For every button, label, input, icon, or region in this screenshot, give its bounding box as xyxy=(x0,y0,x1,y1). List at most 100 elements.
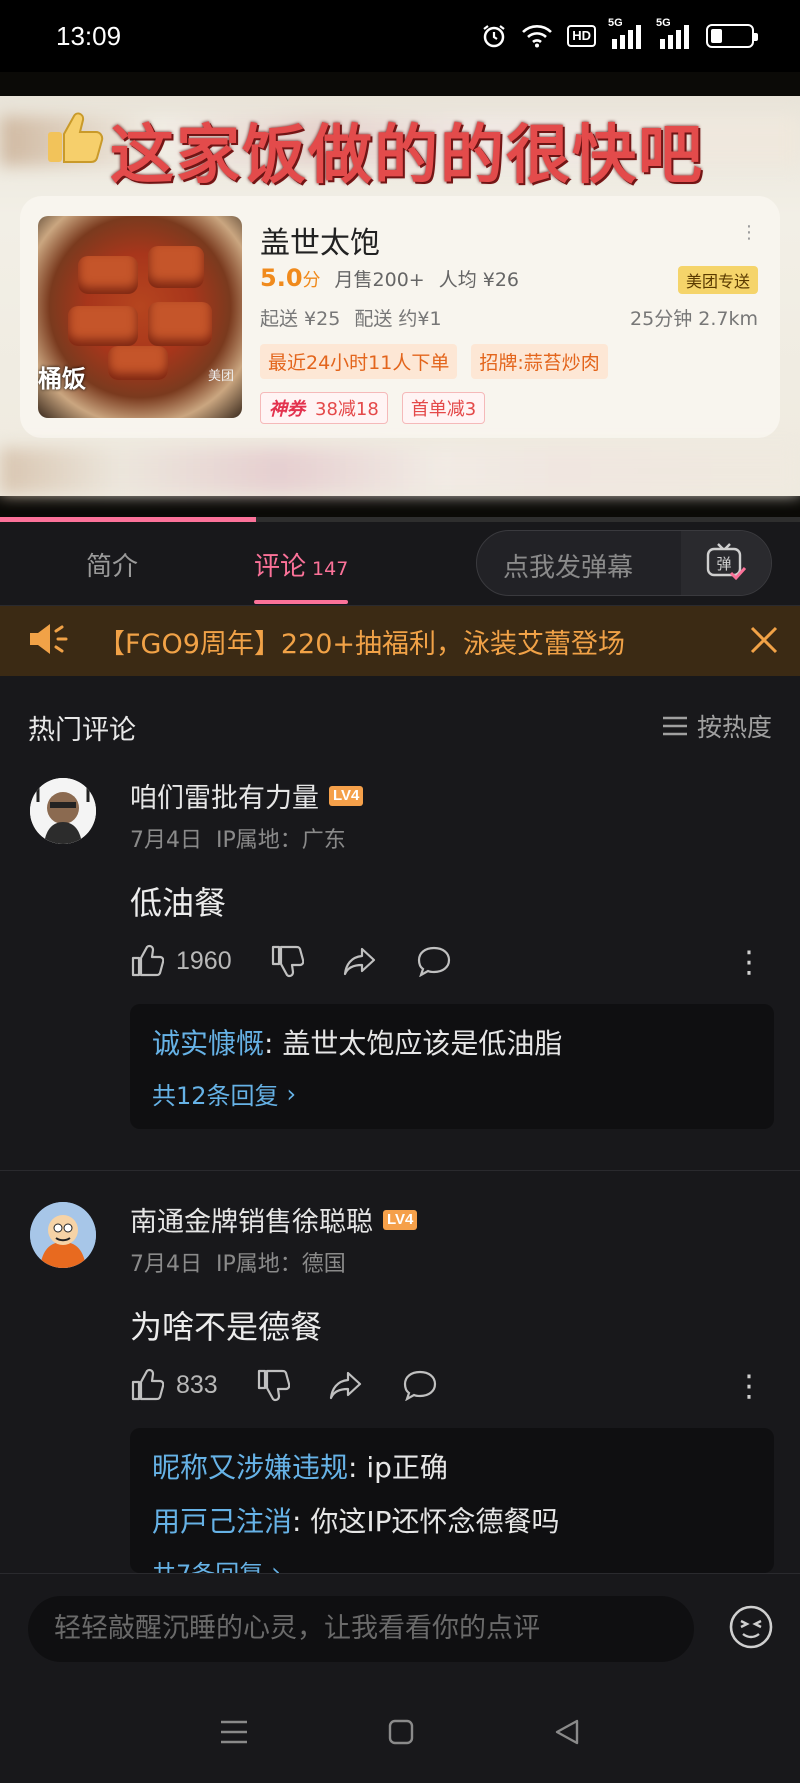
shop-card: 桶饭 美团 盖世太饱 ⋮ 5.0分 月售200+ 人均 ¥26 美团专送 起送 … xyxy=(20,196,780,438)
shop-name: 盖世太饱 xyxy=(260,226,380,261)
chip-recent-orders: 最近24小时11人下单 xyxy=(260,344,458,379)
comment-username[interactable]: 南通金牌销售徐聪聪 LV4 xyxy=(130,1200,418,1239)
delivery-tag: 美团专送 xyxy=(677,266,758,294)
share-button[interactable] xyxy=(342,945,378,977)
comment-meta: 7月4日 IP属地：广东 xyxy=(130,828,346,853)
like-icon xyxy=(131,944,164,977)
svg-text:弹: 弹 xyxy=(716,555,731,573)
reply-author[interactable]: 用戸己注消 xyxy=(152,1505,292,1538)
comment-actions: 833 xyxy=(130,1368,476,1402)
emoji-button[interactable] xyxy=(728,1604,774,1654)
tab-comments[interactable]: 评论 147 xyxy=(254,546,348,583)
comment-meta: 7月4日 IP属地：德国 xyxy=(130,1252,346,1277)
shop-monthly-sales: 月售200+ xyxy=(334,269,425,291)
danmaku-icon: 弹 xyxy=(706,543,747,581)
shop-coupons: 神券 38减18 首单减3 xyxy=(260,392,486,424)
video-blur-bottom xyxy=(0,448,800,494)
comment-divider xyxy=(0,1170,800,1171)
video-player[interactable]: 这家饭做的的很快吧 桶饭 美团 盖世太饱 ⋮ 5.0分 月售200+ 人均 ¥2… xyxy=(0,72,800,522)
reply-box[interactable]: 诚实慷慨: 盖世太饱应该是低油脂 共12条回复 › xyxy=(130,1004,774,1129)
comment-actions: 1960 xyxy=(130,944,490,978)
reply-box[interactable]: 昵称又涉嫌违规: ip正确 用戸己注消: 你这IP还怀念德餐吗 共7条回复› xyxy=(130,1428,774,1573)
close-icon[interactable] xyxy=(748,624,780,660)
more-options-icon[interactable]: ⋮ xyxy=(734,948,764,978)
shop-avg-price: 人均 ¥26 xyxy=(438,269,520,291)
shop-delivery-fee: 配送 约¥1 xyxy=(354,308,442,330)
food-image: 桶饭 美团 xyxy=(38,216,242,418)
tab-underline xyxy=(254,600,348,604)
home-icon[interactable] xyxy=(387,1718,415,1750)
danmaku-placeholder: 点我发弹幕 xyxy=(503,553,634,583)
danmaku-toggle-button[interactable]: 弹 xyxy=(681,531,771,595)
dislike-icon xyxy=(257,1369,290,1402)
emoji-icon xyxy=(729,1605,773,1649)
chip-signature: 招牌:蒜苔炒肉 xyxy=(471,344,608,379)
signal-icon-2: 5G xyxy=(656,17,692,49)
shop-time-distance: 25分钟 2.7km xyxy=(630,308,758,330)
first-order-chip: 首单减3 xyxy=(401,392,486,424)
thumbs-up-sticker-icon xyxy=(44,110,104,170)
status-bar: 13:09 HD 5G 5G xyxy=(0,0,800,72)
dislike-icon xyxy=(271,945,304,978)
reply-button[interactable] xyxy=(416,945,452,977)
coupon-chip: 神券 38减18 xyxy=(260,392,388,424)
back-icon[interactable] xyxy=(553,1718,581,1750)
share-icon xyxy=(329,1371,361,1400)
like-count: 833 xyxy=(176,1370,218,1399)
dislike-button[interactable] xyxy=(256,1368,290,1402)
sort-button[interactable]: 按热度 xyxy=(661,708,772,744)
system-nav-bar xyxy=(0,1685,800,1783)
level-badge: LV4 xyxy=(383,1209,418,1230)
avatar[interactable] xyxy=(30,1202,96,1268)
avatar[interactable] xyxy=(30,778,96,844)
like-icon xyxy=(131,1368,164,1401)
dislike-button[interactable] xyxy=(270,944,304,978)
comments-count: 147 xyxy=(312,558,349,580)
reply-more-link[interactable]: 共7条回复› xyxy=(152,1554,752,1574)
video-frame: 这家饭做的的很快吧 桶饭 美团 盖世太饱 ⋮ 5.0分 月售200+ 人均 ¥2… xyxy=(0,96,800,496)
tab-bar: 简介 评论 147 点我发弹幕 弹 xyxy=(0,522,800,606)
like-count: 1960 xyxy=(176,946,232,975)
shop-score: 5.0分 xyxy=(260,264,321,292)
more-options-icon[interactable]: ⋮ xyxy=(734,1372,764,1402)
hot-comments-title: 热门评论 xyxy=(28,715,136,746)
comment-text: 为啥不是德餐 xyxy=(130,1308,323,1346)
sort-icon xyxy=(662,716,687,736)
sort-label: 按热度 xyxy=(696,713,772,742)
shop-more-icon: ⋮ xyxy=(740,222,758,243)
like-button[interactable]: 1960 xyxy=(130,944,232,978)
shop-rating-row: 5.0分 月售200+ 人均 ¥26 xyxy=(260,264,519,292)
reply-button[interactable] xyxy=(402,1369,438,1401)
comment-text: 低油餐 xyxy=(130,884,227,922)
alarm-icon xyxy=(481,23,507,49)
battery-icon xyxy=(706,24,758,48)
chevron-right-icon: › xyxy=(271,1557,281,1574)
wifi-icon xyxy=(521,24,553,48)
food-image-caption: 桶饭 xyxy=(38,365,86,393)
shop-min-order: 起送 ¥25 xyxy=(260,308,341,330)
like-button[interactable]: 833 xyxy=(130,1368,218,1402)
chevron-right-icon: › xyxy=(286,1079,297,1108)
share-button[interactable] xyxy=(328,1369,364,1401)
comment-input-bar: 轻轻敲醒沉睡的心灵，让我看看你的点评 xyxy=(0,1573,800,1685)
shop-chips: 最近24小时11人下单 招牌:蒜苔炒肉 xyxy=(260,344,608,379)
reply-icon xyxy=(403,1370,436,1401)
level-badge: LV4 xyxy=(329,785,364,806)
comment-username[interactable]: 咱们雷批有力量 LV4 xyxy=(130,776,364,815)
danmaku-input[interactable]: 点我发弹幕 弹 xyxy=(476,530,772,596)
hd-badge: HD xyxy=(567,25,596,47)
notice-banner[interactable]: 【FGO9周年】220+抽福利，泳装艾蕾登场 xyxy=(0,606,800,676)
comment-input[interactable]: 轻轻敲醒沉睡的心灵，让我看看你的点评 xyxy=(28,1596,694,1662)
reply-author[interactable]: 诚实慷慨 xyxy=(152,1027,264,1060)
signal-icon-1: 5G xyxy=(608,17,644,49)
reply-more-link[interactable]: 共12条回复 › xyxy=(152,1076,752,1111)
food-image-brand: 美团 xyxy=(207,369,234,384)
share-icon xyxy=(343,947,375,976)
tab-intro[interactable]: 简介 xyxy=(86,546,138,583)
shop-delivery-row: 起送 ¥25 配送 约¥1 xyxy=(260,304,442,331)
menu-icon[interactable] xyxy=(219,1719,249,1749)
video-overlay-title: 这家饭做的的很快吧 xyxy=(110,119,704,193)
reply-line: 昵称又涉嫌违规: ip正确 xyxy=(152,1451,448,1484)
reply-author[interactable]: 昵称又涉嫌违规 xyxy=(152,1451,348,1484)
reply-line: 用戸己注消: 你这IP还怀念德餐吗 xyxy=(152,1505,560,1538)
